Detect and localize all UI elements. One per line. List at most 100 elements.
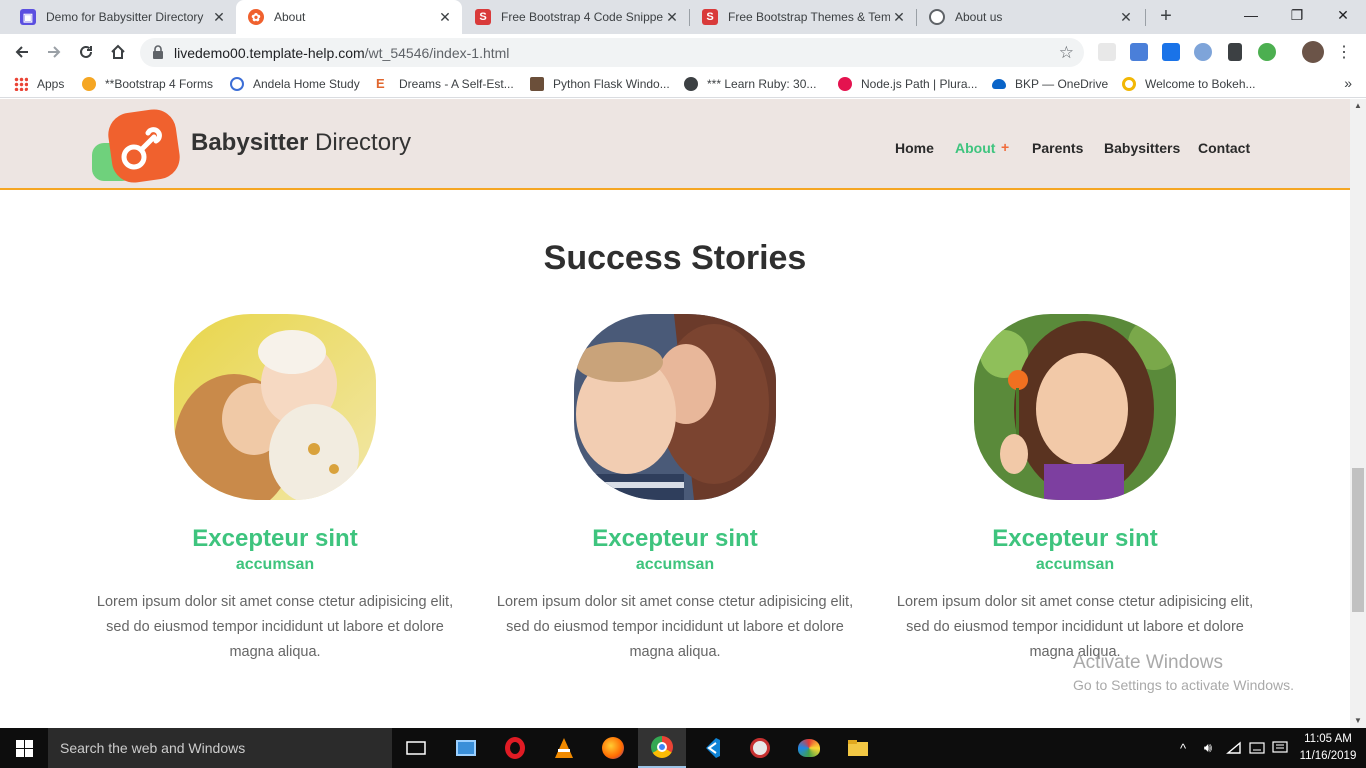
- bookmark-item[interactable]: Python Flask Windo...: [530, 76, 670, 92]
- url-host: livedemo00.template-help.com: [174, 45, 365, 61]
- wifi-icon[interactable]: [1222, 728, 1246, 768]
- bookmark-item[interactable]: BKP — OneDrive: [992, 76, 1108, 92]
- bookmark-item[interactable]: *** Learn Ruby: 30...: [684, 76, 816, 92]
- mother-kissing-child-photo-image: [574, 314, 776, 500]
- keyboard-icon[interactable]: [1246, 728, 1268, 768]
- opera-icon[interactable]: [491, 728, 539, 768]
- calendar-extension-icon[interactable]: [1162, 43, 1180, 61]
- story-card: Excepteur sint accumsan Lorem ipsum dolo…: [475, 314, 875, 665]
- task-view-icon[interactable]: [392, 728, 440, 768]
- close-icon[interactable]: ✕: [663, 9, 681, 26]
- nav-home[interactable]: Home: [895, 140, 934, 156]
- apps-grid-icon: [14, 77, 28, 91]
- close-icon[interactable]: ✕: [436, 9, 454, 26]
- page-scrollbar[interactable]: ▲ ▼: [1350, 99, 1366, 728]
- bookmark-favicon-icon: [1122, 77, 1136, 91]
- tab-favicon-icon: ✿: [248, 9, 264, 25]
- submenu-plus-icon[interactable]: +: [1001, 139, 1009, 155]
- taskbar-search-box[interactable]: Search the web and Windows: [48, 728, 392, 768]
- paint-icon[interactable]: [785, 728, 833, 768]
- tab-favicon-icon: S: [702, 9, 718, 25]
- scroll-up-arrow-icon[interactable]: ▲: [1350, 99, 1366, 113]
- address-bar[interactable]: livedemo00.template-help.com/wt_54546/in…: [140, 38, 1084, 67]
- brand-name-bold: Babysitter: [191, 129, 309, 156]
- system-clock[interactable]: 11:05 AM 11/16/2019: [1296, 731, 1360, 765]
- story-title: Excepteur sint: [992, 525, 1158, 552]
- forward-arrow-icon: [48, 46, 61, 58]
- scroll-thumb[interactable]: [1352, 468, 1364, 612]
- menu-kebab-icon[interactable]: ⋮: [1332, 40, 1356, 64]
- bookmark-label: *** Learn Ruby: 30...: [707, 77, 817, 91]
- bookmark-item[interactable]: Andela Home Study: [230, 76, 360, 92]
- new-tab-button[interactable]: +: [1154, 5, 1178, 29]
- tray-chevron-up-icon[interactable]: ^: [1172, 728, 1194, 768]
- close-icon[interactable]: ✕: [890, 9, 908, 26]
- volume-icon[interactable]: 🔊︎: [1196, 728, 1220, 768]
- vlc-icon[interactable]: [540, 728, 588, 768]
- profile-avatar[interactable]: [1302, 41, 1324, 63]
- home-button[interactable]: [106, 40, 130, 64]
- bookmark-item[interactable]: E Dreams - A Self-Est...: [376, 76, 514, 92]
- bookmarks-bar: Apps **Bootstrap 4 Forms Andela Home Stu…: [0, 70, 1366, 98]
- cloud-icon: [992, 79, 1006, 89]
- tab-code-snippets[interactable]: S Free Bootstrap 4 Code Snippets ✕: [463, 0, 689, 34]
- app-icon[interactable]: [736, 728, 784, 768]
- brand-name[interactable]: Babysitter Directory: [191, 129, 411, 157]
- brand-name-rest: Directory: [308, 129, 412, 156]
- reload-icon: [80, 45, 92, 58]
- watermark-subtitle: Go to Settings to activate Windows.: [1073, 677, 1294, 693]
- babysitter-logo-icon[interactable]: [90, 109, 182, 185]
- bookmarks-overflow-icon[interactable]: »: [1344, 75, 1352, 91]
- scroll-down-arrow-icon[interactable]: ▼: [1350, 714, 1366, 728]
- vscode-icon[interactable]: [687, 728, 735, 768]
- bookmark-star-icon[interactable]: ☆: [1059, 43, 1074, 63]
- minimize-button[interactable]: —: [1228, 0, 1274, 30]
- tab-favicon-icon: ▣: [20, 9, 36, 25]
- bookmark-item[interactable]: **Bootstrap 4 Forms: [82, 76, 213, 92]
- tab-title: Free Bootstrap 4 Code Snippets: [501, 10, 663, 24]
- nav-contact[interactable]: Contact: [1198, 140, 1250, 156]
- bookmark-item[interactable]: Welcome to Bokeh...: [1122, 76, 1256, 92]
- nav-parents[interactable]: Parents: [1032, 140, 1083, 156]
- story-title: Excepteur sint: [192, 525, 358, 552]
- url-path: /wt_54546/index-1.html: [364, 45, 510, 61]
- clock-time: 11:05 AM: [1304, 733, 1352, 745]
- eyedropper-extension-icon[interactable]: [1228, 43, 1242, 61]
- control-panel-icon[interactable]: [442, 728, 490, 768]
- extension-icon[interactable]: [1098, 43, 1116, 61]
- close-icon[interactable]: ✕: [1117, 9, 1135, 26]
- tab-about[interactable]: ✿ About ✕: [236, 0, 462, 34]
- reload-button[interactable]: [74, 40, 98, 64]
- tab-demo[interactable]: ▣ Demo for Babysitter Directory ✕: [8, 0, 236, 34]
- notification-icon[interactable]: [1268, 728, 1292, 768]
- translate-extension-icon[interactable]: [1130, 43, 1148, 61]
- globe-icon: [929, 9, 945, 25]
- tab-bootstrap-themes[interactable]: S Free Bootstrap Themes & Templates ✕: [690, 0, 916, 34]
- bookmark-label: Welcome to Bokeh...: [1145, 77, 1256, 91]
- extension-icon[interactable]: [1194, 43, 1212, 61]
- window-close-button[interactable]: ✕: [1320, 0, 1366, 30]
- close-icon[interactable]: ✕: [210, 9, 228, 26]
- story-card: Excepteur sint accumsan Lorem ipsum dolo…: [75, 314, 475, 665]
- chrome-icon[interactable]: [638, 728, 686, 768]
- bookmark-label: Node.js Path | Plura...: [861, 77, 978, 91]
- start-button[interactable]: [0, 728, 48, 768]
- tab-about-us[interactable]: About us ✕: [917, 0, 1143, 34]
- extension-icon[interactable]: [1258, 43, 1276, 61]
- file-explorer-icon[interactable]: [834, 728, 882, 768]
- nav-about[interactable]: About: [955, 140, 995, 156]
- bookmark-item[interactable]: Node.js Path | Plura...: [838, 76, 978, 92]
- back-button[interactable]: [10, 40, 34, 64]
- maximize-button[interactable]: ❐: [1274, 0, 1320, 30]
- bookmark-label: **Bootstrap 4 Forms: [105, 77, 214, 91]
- mother-baby-photo-image: [174, 314, 376, 500]
- bookmark-favicon-icon: [838, 77, 852, 91]
- bookmark-apps[interactable]: Apps: [14, 76, 64, 92]
- story-card: Excepteur sint accumsan Lorem ipsum dolo…: [875, 314, 1275, 665]
- forward-button[interactable]: [42, 40, 66, 64]
- browser-toolbar: livedemo00.template-help.com/wt_54546/in…: [0, 34, 1366, 70]
- nav-babysitters[interactable]: Babysitters: [1104, 140, 1180, 156]
- firefox-icon[interactable]: [589, 728, 637, 768]
- story-text: Lorem ipsum dolor sit amet conse ctetur …: [96, 594, 454, 660]
- watermark-title: Activate Windows: [1073, 652, 1223, 673]
